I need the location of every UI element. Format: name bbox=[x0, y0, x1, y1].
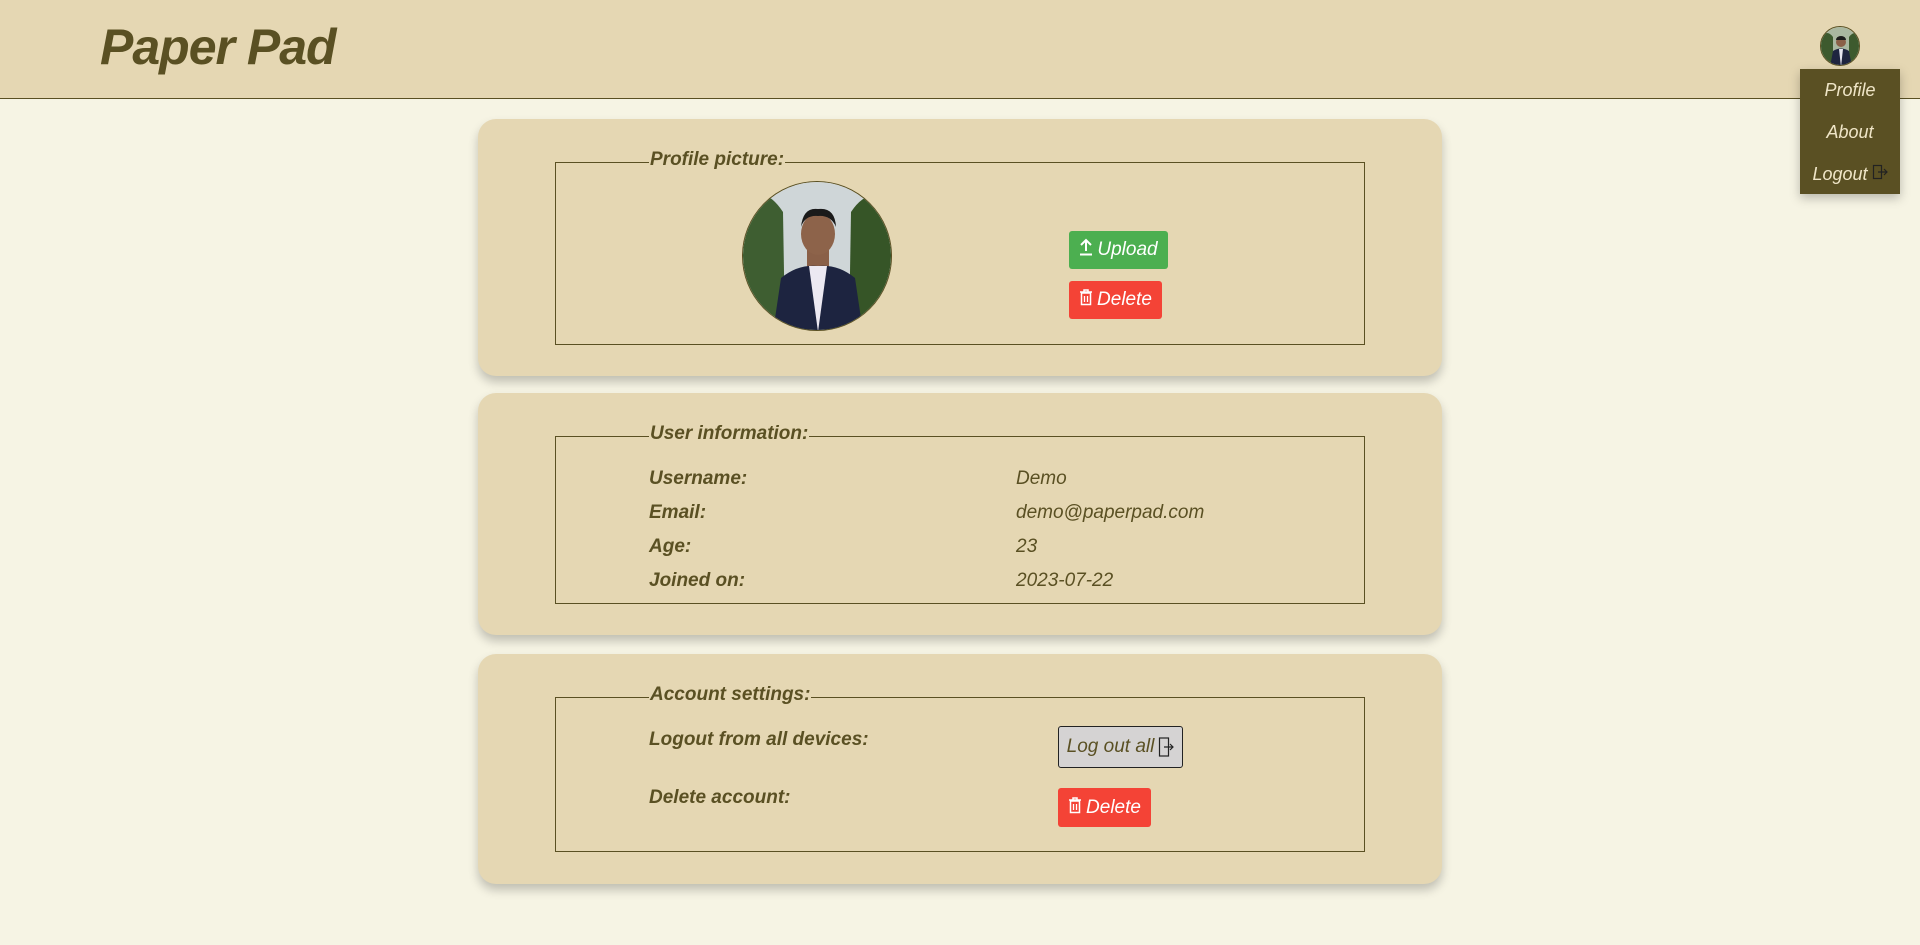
trash-icon bbox=[1079, 288, 1093, 312]
avatar-photo bbox=[1821, 27, 1859, 65]
delete-photo-button[interactable]: Delete bbox=[1069, 281, 1162, 319]
email-value: demo@paperpad.com bbox=[1016, 502, 1205, 523]
account-settings-legend: Account settings: bbox=[649, 684, 812, 706]
joined-label: Joined on: bbox=[649, 570, 746, 591]
logout-all-label: Logout from all devices: bbox=[649, 729, 869, 750]
delete-account-button-label: Delete bbox=[1086, 796, 1141, 818]
username-value: Demo bbox=[1016, 468, 1067, 489]
app-title[interactable]: Paper Pad bbox=[100, 18, 337, 76]
menu-item-label: Profile bbox=[1824, 79, 1876, 100]
joined-value: 2023-07-22 bbox=[1016, 570, 1114, 591]
user-info-legend: User information: bbox=[649, 423, 810, 445]
logout-icon bbox=[1158, 736, 1175, 758]
logout-icon bbox=[1872, 164, 1888, 184]
upload-button[interactable]: Upload bbox=[1069, 231, 1168, 269]
user-avatar[interactable] bbox=[1820, 26, 1860, 66]
age-label: Age: bbox=[649, 536, 692, 557]
user-dropdown-menu: Profile About Logout bbox=[1800, 69, 1900, 194]
logout-all-button-label: Log out all bbox=[1066, 736, 1155, 757]
profile-picture-fieldset: Profile picture: Upload Delete bbox=[555, 149, 1365, 345]
menu-item-label: About bbox=[1826, 121, 1874, 142]
upload-button-label: Upload bbox=[1097, 239, 1158, 260]
account-settings-fieldset: Account settings: Logout from all device… bbox=[555, 684, 1365, 852]
logout-all-button[interactable]: Log out all bbox=[1058, 726, 1183, 768]
menu-item-profile[interactable]: Profile bbox=[1800, 69, 1900, 111]
profile-picture-card: Profile picture: Upload Delete bbox=[478, 119, 1442, 376]
delete-account-label: Delete account: bbox=[649, 787, 791, 808]
delete-photo-label: Delete bbox=[1097, 289, 1152, 310]
menu-item-label: Logout bbox=[1812, 163, 1868, 184]
profile-picture-legend: Profile picture: bbox=[649, 149, 786, 171]
username-label: Username: bbox=[649, 468, 748, 489]
user-info-fieldset: User information: Username: Demo Email: … bbox=[555, 423, 1365, 604]
profile-photo bbox=[742, 181, 892, 331]
menu-item-logout[interactable]: Logout bbox=[1800, 153, 1900, 195]
trash-icon bbox=[1068, 796, 1082, 820]
account-settings-card: Account settings: Logout from all device… bbox=[478, 654, 1442, 884]
menu-item-about[interactable]: About bbox=[1800, 111, 1900, 153]
delete-account-button[interactable]: Delete bbox=[1058, 788, 1151, 827]
user-info-card: User information: Username: Demo Email: … bbox=[478, 393, 1442, 635]
email-label: Email: bbox=[649, 502, 707, 523]
app-header: Paper Pad bbox=[0, 0, 1920, 99]
upload-icon bbox=[1079, 238, 1093, 262]
age-value: 23 bbox=[1016, 536, 1038, 557]
